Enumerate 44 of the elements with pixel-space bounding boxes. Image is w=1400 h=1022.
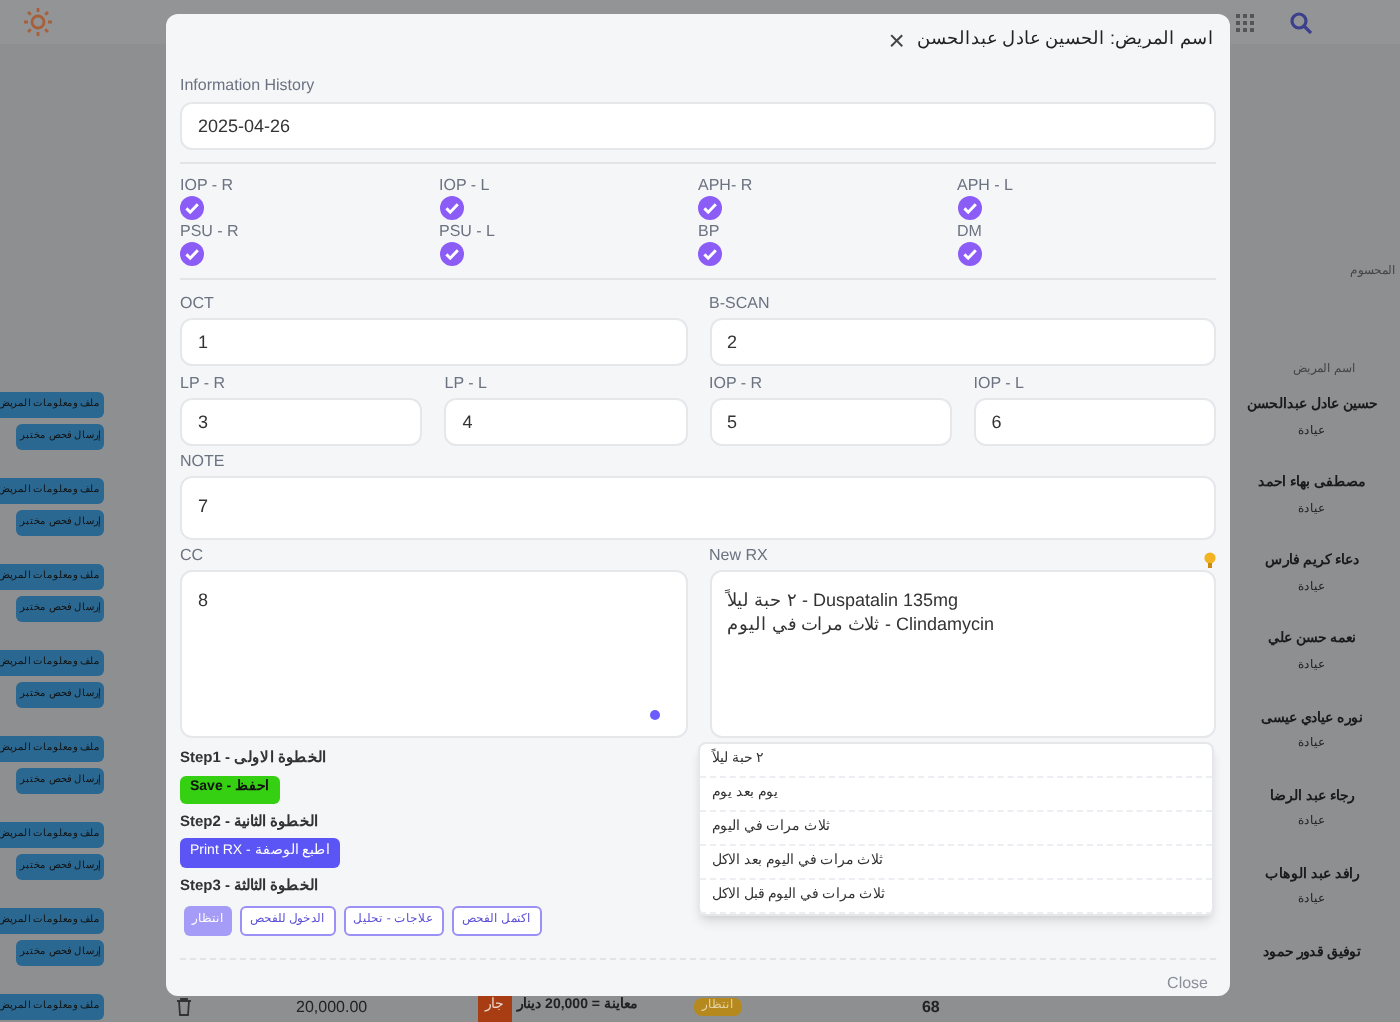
field-label: LP - L — [444, 372, 489, 397]
close-button[interactable]: × — [888, 26, 905, 55]
cc-textarea[interactable]: 8 — [180, 570, 687, 739]
amount-text: 20,000.00 — [296, 995, 368, 1019]
input-field[interactable]: 2 — [709, 318, 1216, 367]
field-label: CC — [180, 544, 206, 569]
field-label: OCT — [180, 292, 216, 317]
checkbox[interactable] — [698, 196, 722, 221]
trash-icon[interactable] — [176, 998, 192, 1016]
field-label: Information History — [180, 74, 317, 99]
checkbox[interactable] — [180, 242, 204, 267]
input-field[interactable]: 1 — [180, 318, 687, 367]
modal-title: اسم المريض: الحسين عادل عبدالحسن — [916, 26, 1214, 53]
field-label: IOP - L — [973, 372, 1026, 397]
field-label: New RX — [709, 544, 768, 569]
checkbox-label: IOP - R — [180, 176, 234, 197]
field-label: B-SCAN — [709, 292, 772, 317]
checkbox[interactable] — [180, 196, 204, 221]
input-field[interactable]: 5 — [709, 398, 952, 447]
checkbox-label: PSU - R — [180, 222, 239, 243]
field-label: IOP - R — [709, 372, 765, 397]
note-textarea[interactable]: 7 — [180, 476, 1216, 541]
grid-icon[interactable] — [1236, 13, 1254, 31]
checkbox[interactable] — [698, 242, 722, 267]
checkbox-label: APH- R — [698, 176, 753, 197]
input-field[interactable]: 3 — [180, 398, 423, 447]
field-label: NOTE — [180, 450, 227, 475]
date-field[interactable]: 2025-04-26 — [180, 102, 1216, 151]
checkbox-label: BP — [698, 222, 720, 243]
lightbulb-icon — [1204, 552, 1216, 569]
rx-textarea[interactable]: ٢ حبة ليلاً - Duspatalin 135mg ثلاث مرات في اليوم - Clindamycin — [709, 570, 1216, 739]
checkbox[interactable] — [957, 242, 981, 267]
checkbox-label: DM — [957, 222, 982, 243]
checkbox[interactable] — [439, 196, 463, 221]
search-icon[interactable] — [1290, 11, 1312, 33]
input-field[interactable]: 4 — [444, 398, 687, 447]
field-label: LP - R — [180, 372, 228, 397]
checkbox-label: PSU - L — [439, 222, 496, 243]
checkbox[interactable] — [439, 242, 463, 267]
checkbox-label: IOP - L — [439, 176, 490, 197]
input-field[interactable]: 6 — [973, 398, 1216, 447]
checkbox[interactable] — [957, 196, 981, 221]
checkbox-label: APH - L — [957, 176, 1014, 197]
number-text: 68 — [921, 995, 940, 1019]
